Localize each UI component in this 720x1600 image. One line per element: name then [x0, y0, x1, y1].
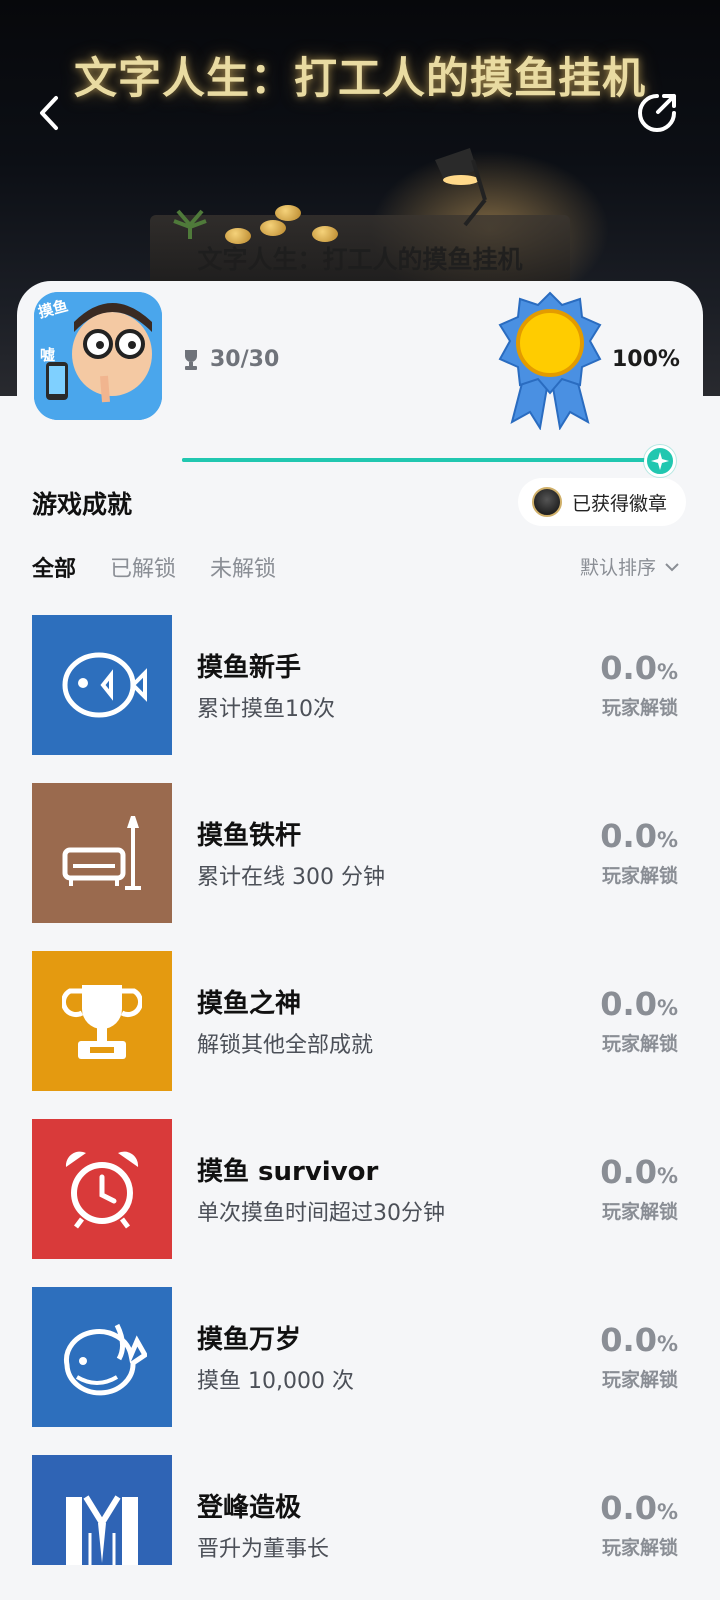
progress-knob [644, 445, 676, 477]
fish-icon [62, 652, 147, 718]
chevron-left-icon [40, 96, 58, 130]
achievement-rate-label: 玩家解锁 [601, 1369, 678, 1391]
alarm-clock-icon [65, 1151, 139, 1229]
chevron-down-icon [665, 562, 679, 571]
achievement-name: 摸鱼 survivor [197, 1157, 379, 1187]
earned-badges-label: 已获得徽章 [572, 492, 668, 515]
rate-value: 0.0 [600, 985, 657, 1023]
completion-medal-icon [498, 291, 602, 430]
app-root: 文字人生：打工人的摸鱼挂机 文字人生：打工人的摸鱼挂机 摸鱼 嘘 30/30 1… [0, 0, 720, 1600]
achievement-item[interactable]: 摸鱼万岁 摸鱼 10,000 次 0.0% 玩家解锁 [32, 1287, 688, 1427]
icon-text-side: 嘘 [40, 346, 56, 364]
rate-value: 0.0 [600, 817, 657, 855]
share-button[interactable] [632, 88, 682, 138]
achievement-rate: 0.0% [600, 817, 678, 855]
sort-label: 默认排序 [580, 557, 657, 579]
achievement-item[interactable]: 摸鱼之神 解锁其他全部成就 0.0% 玩家解锁 [32, 951, 688, 1091]
achievement-icon-box [32, 783, 172, 923]
achievement-name: 摸鱼万岁 [197, 1325, 302, 1355]
rate-percent-sign: % [656, 660, 678, 684]
achievement-rate: 0.0% [600, 649, 678, 687]
sofa-lamp-icon [62, 816, 141, 890]
achievement-rate: 0.0% [600, 1321, 678, 1359]
achievement-desc: 摸鱼 10,000 次 [197, 1369, 354, 1394]
achievement-rate-label: 玩家解锁 [601, 1201, 678, 1223]
badge-avatar [532, 487, 562, 517]
sort-dropdown[interactable]: 默认排序 [580, 553, 680, 580]
achievement-icon-box [32, 1455, 172, 1565]
achievement-desc: 晋升为董事长 [197, 1537, 330, 1562]
whale-icon [64, 1323, 147, 1396]
achievement-rate-label: 玩家解锁 [601, 1537, 678, 1559]
achievement-desc: 累计在线 300 分钟 [197, 865, 385, 890]
rate-value: 0.0 [600, 1153, 657, 1191]
tab-all[interactable]: 全部 [32, 551, 76, 583]
banner-title: 文字人生：打工人的摸鱼挂机 [74, 54, 646, 104]
rate-percent-sign: % [656, 1332, 678, 1356]
achievement-icon-box [32, 1287, 172, 1427]
achievement-desc: 单次摸鱼时间超过30分钟 [197, 1201, 445, 1226]
rate-value: 0.0 [600, 649, 657, 687]
achievement-name: 登峰造极 [197, 1493, 302, 1523]
achievement-desc: 解锁其他全部成就 [197, 1033, 374, 1058]
rate-percent-sign: % [656, 828, 678, 852]
achievement-icon-box [32, 951, 172, 1091]
achievement-icon-box [32, 615, 172, 755]
tab-locked[interactable]: 未解锁 [210, 551, 276, 583]
achievement-rate: 0.0% [600, 1153, 678, 1191]
achievement-item[interactable]: 摸鱼铁杆 累计在线 300 分钟 0.0% 玩家解锁 [32, 783, 688, 923]
banner-subtitle: 文字人生：打工人的摸鱼挂机 [197, 245, 523, 274]
sparkle-icon [651, 452, 669, 470]
achievement-rate-label: 玩家解锁 [601, 865, 678, 887]
trophy-icon [62, 985, 142, 1059]
achievement-name: 摸鱼之神 [197, 989, 302, 1019]
achievement-rate-label: 玩家解锁 [601, 697, 678, 719]
rate-percent-sign: % [656, 1500, 678, 1524]
trophy-icon [185, 349, 197, 370]
completion-percent: 100% [612, 347, 680, 372]
back-button[interactable] [26, 88, 76, 138]
achievement-rate: 0.0% [600, 985, 678, 1023]
rate-percent-sign: % [656, 996, 678, 1020]
coin-icon [275, 205, 301, 221]
achievement-item[interactable]: 登峰造极 晋升为董事长 0.0% 玩家解锁 [32, 1455, 688, 1565]
achievement-item[interactable]: 摸鱼 survivor 单次摸鱼时间超过30分钟 0.0% 玩家解锁 [32, 1119, 688, 1259]
achievement-rate: 0.0% [600, 1489, 678, 1527]
rate-value: 0.0 [600, 1321, 657, 1359]
achievement-item[interactable]: 摸鱼新手 累计摸鱼10次 0.0% 玩家解锁 [32, 615, 688, 755]
achievement-icon-box [32, 1119, 172, 1259]
achievement-name: 摸鱼新手 [197, 653, 302, 683]
coin-icon [260, 220, 286, 236]
desk-lamp-icon [435, 148, 487, 227]
achievement-name: 摸鱼铁杆 [197, 821, 302, 851]
rate-value: 0.0 [600, 1489, 657, 1527]
trophy-count: 30/30 [182, 347, 279, 372]
tab-unlocked[interactable]: 已解锁 [110, 551, 176, 583]
progress-fill [182, 458, 660, 462]
plant-icon [173, 209, 207, 239]
trophy-count-value: 30/30 [210, 347, 280, 372]
achievement-desc: 累计摸鱼10次 [197, 697, 335, 722]
filter-tabs: 全部 已解锁 未解锁 [32, 551, 276, 583]
earned-badges-button[interactable]: 已获得徽章 [518, 478, 686, 526]
completion-progress-bar [182, 458, 660, 462]
game-app-icon: 摸鱼 嘘 [34, 292, 162, 420]
rate-percent-sign: % [656, 1164, 678, 1188]
achievement-rate-label: 玩家解锁 [601, 1033, 678, 1055]
section-title: 游戏成就 [32, 490, 133, 519]
share-icon [638, 94, 676, 132]
suit-icon [66, 1495, 138, 1565]
